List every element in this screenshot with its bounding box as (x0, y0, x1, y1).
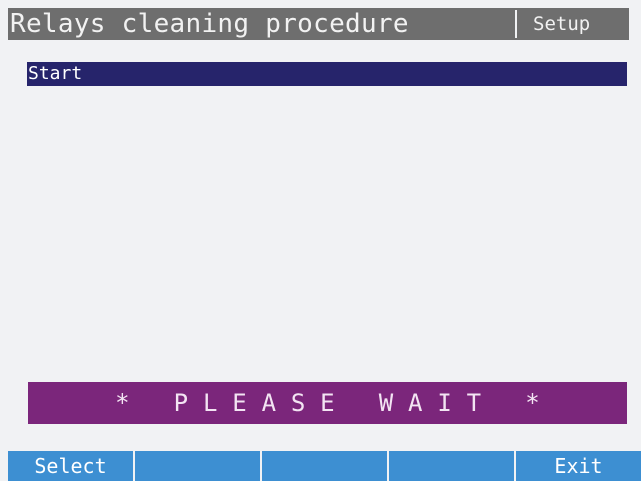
softkey-bar: Select Exit (8, 451, 641, 481)
softkey-select[interactable]: Select (8, 451, 133, 481)
status-banner-text: * P L E A S E W A I T * (115, 389, 540, 417)
softkey-exit[interactable]: Exit (514, 451, 641, 481)
screen-title: Relays cleaning procedure (10, 9, 409, 39)
list-item-start[interactable]: Start (27, 62, 627, 86)
status-banner: * P L E A S E W A I T * (28, 382, 627, 424)
list-item-label: Start (28, 63, 83, 84)
title-bar: Relays cleaning procedure Setup (8, 8, 629, 40)
softkey-2[interactable] (133, 451, 260, 481)
title-divider (515, 10, 517, 38)
mode-label: Setup (533, 13, 591, 35)
instrument-screen: Relays cleaning procedure Setup Start * … (0, 0, 641, 481)
softkey-4[interactable] (387, 451, 514, 481)
softkey-3[interactable] (260, 451, 387, 481)
